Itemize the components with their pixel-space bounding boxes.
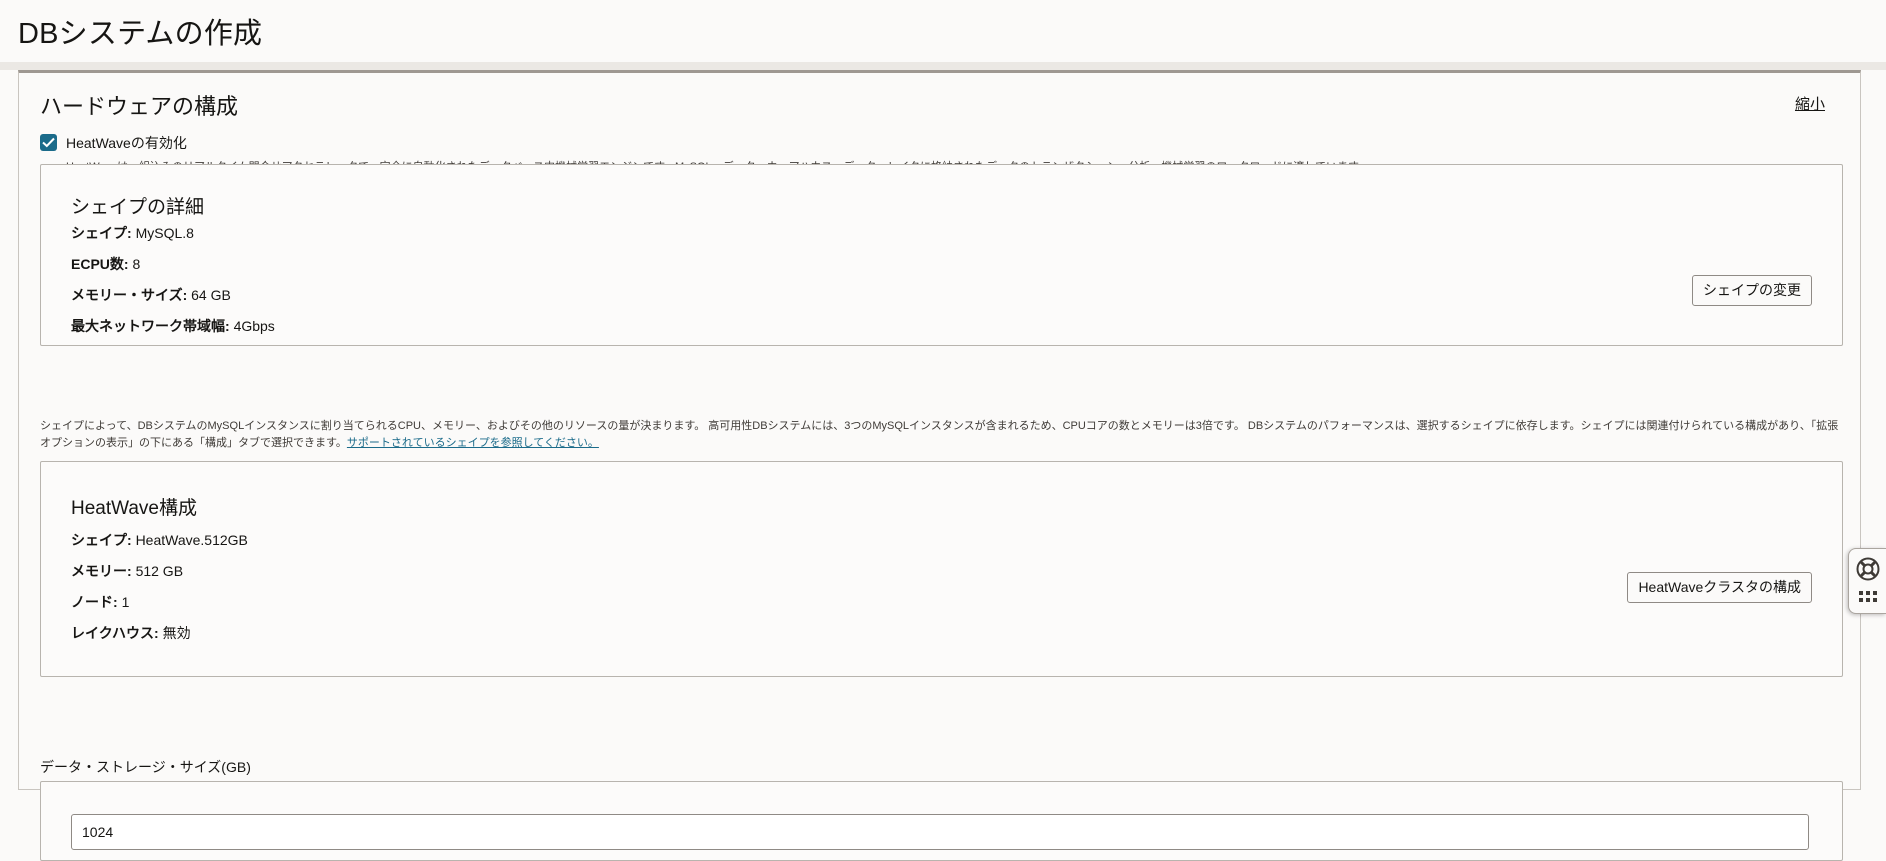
memory-size-value: 64 GB bbox=[191, 287, 231, 303]
lifebuoy-icon bbox=[1856, 557, 1880, 581]
hardware-config-panel: ハードウェアの構成 縮小 HeatWaveの有効化 HeatWaveは、組込みの… bbox=[18, 70, 1861, 861]
heatwave-shape-key: シェイプ: bbox=[71, 532, 132, 548]
heatwave-shape-value: HeatWave.512GB bbox=[135, 532, 248, 548]
shape-description-text: シェイプによって、DBシステムのMySQLインスタンスに割り当てられるCPU、メ… bbox=[40, 420, 1839, 449]
memory-size-row: メモリー・サイズ: 64 GB bbox=[71, 285, 231, 305]
bandwidth-row: 最大ネットワーク帯域幅: 4Gbps bbox=[71, 316, 275, 336]
node-value: 1 bbox=[121, 594, 130, 610]
page-title: DBシステムの作成 bbox=[18, 18, 263, 50]
supported-shapes-link[interactable]: サポートされているシェイプを参照してください。 bbox=[347, 437, 599, 449]
section-title: ハードウェアの構成 bbox=[40, 94, 239, 119]
storage-size-card bbox=[40, 781, 1843, 861]
lakehouse-row: レイクハウス: 無効 bbox=[71, 623, 191, 643]
lakehouse-key: レイクハウス: bbox=[71, 625, 159, 641]
heatwave-enable-label[interactable]: HeatWaveの有効化 bbox=[66, 133, 187, 153]
shape-description: シェイプによって、DBシステムのMySQLインスタンスに割り当てられるCPU、メ… bbox=[40, 418, 1848, 452]
heatwave-memory-key: メモリー: bbox=[71, 563, 132, 579]
heatwave-shape-row: シェイプ: HeatWave.512GB bbox=[71, 530, 248, 550]
shape-value: MySQL.8 bbox=[135, 225, 194, 241]
page-header: DBシステムの作成 bbox=[0, 0, 1886, 63]
storage-size-input[interactable] bbox=[71, 814, 1809, 850]
heatwave-enable-checkbox[interactable] bbox=[40, 134, 57, 151]
lakehouse-value: 無効 bbox=[162, 625, 191, 641]
ecpu-value: 8 bbox=[132, 256, 141, 272]
shape-details-card: シェイプの詳細 シェイプ: MySQL.8 ECPU数: 8 メモリー・サイズ:… bbox=[40, 164, 1843, 346]
help-widget[interactable] bbox=[1848, 548, 1886, 614]
configure-heatwave-cluster-button[interactable]: HeatWaveクラスタの構成 bbox=[1627, 572, 1812, 603]
checkmark-icon bbox=[42, 137, 55, 148]
ecpu-row: ECPU数: 8 bbox=[71, 254, 140, 274]
shape-row: シェイプ: MySQL.8 bbox=[71, 223, 194, 243]
heatwave-card-title: HeatWave構成 bbox=[71, 498, 197, 519]
collapse-link[interactable]: 縮小 bbox=[1795, 93, 1825, 114]
heatwave-memory-row: メモリー: 512 GB bbox=[71, 561, 183, 581]
bandwidth-key: 最大ネットワーク帯域幅: bbox=[71, 318, 230, 334]
grid-dots-icon bbox=[1859, 591, 1877, 602]
change-shape-button[interactable]: シェイプの変更 bbox=[1692, 275, 1812, 306]
node-key: ノード: bbox=[71, 594, 118, 610]
heatwave-memory-value: 512 GB bbox=[135, 563, 184, 579]
header-divider bbox=[0, 62, 1886, 70]
storage-size-label: データ・ストレージ・サイズ(GB) bbox=[40, 759, 251, 775]
ecpu-key: ECPU数: bbox=[71, 256, 129, 272]
shape-card-title: シェイプの詳細 bbox=[71, 197, 205, 218]
bandwidth-value: 4Gbps bbox=[233, 318, 275, 334]
shape-key: シェイプ: bbox=[71, 225, 132, 241]
memory-size-key: メモリー・サイズ: bbox=[71, 287, 188, 303]
heatwave-config-card: HeatWave構成 シェイプ: HeatWave.512GB メモリー: 51… bbox=[40, 461, 1843, 677]
node-row: ノード: 1 bbox=[71, 592, 129, 612]
